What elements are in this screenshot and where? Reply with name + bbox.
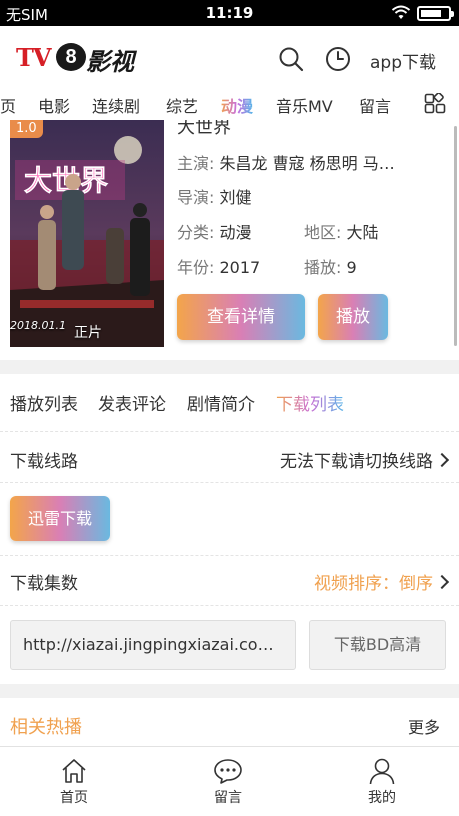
user-icon — [369, 758, 395, 785]
play-button[interactable]: 播放 — [318, 294, 388, 340]
bottom-nav-messages[interactable]: 留言 — [178, 747, 278, 816]
tab-anime[interactable]: 动漫 — [221, 93, 253, 117]
actors-label: 主演: — [177, 154, 215, 173]
tab-variety[interactable]: 综艺 — [166, 93, 198, 117]
tab-synopsis[interactable]: 剧情简介 — [187, 390, 255, 415]
sort-toggle[interactable]: 视频排序：倒序 — [314, 569, 450, 594]
sort-text: 视频排序：倒序 — [314, 574, 433, 594]
region-value: 大陆 — [346, 223, 379, 242]
tab-music-mv[interactable]: 音乐MV — [276, 93, 333, 117]
category-row: 分类: 动漫 — [177, 219, 252, 243]
tab-messages[interactable]: 留言 — [359, 93, 391, 117]
scrollbar[interactable] — [454, 126, 457, 346]
chat-icon — [214, 759, 242, 784]
view-details-button[interactable]: 查看详情 — [177, 294, 305, 340]
director-label: 导演: — [177, 188, 215, 207]
clock-icon[interactable] — [325, 46, 351, 72]
year-label: 年份: — [177, 258, 215, 277]
wifi-icon — [391, 5, 411, 19]
logo-number: 8 — [56, 43, 86, 71]
divider — [0, 605, 459, 606]
category-value: 动漫 — [219, 223, 252, 242]
chevron-right-icon — [434, 452, 450, 468]
divider — [0, 431, 459, 432]
download-url-field[interactable]: http://xiazai.jingpingxiazai.co… — [10, 620, 296, 670]
divider — [0, 482, 459, 483]
bottom-nav-home-label: 首页 — [60, 790, 88, 806]
plays-row: 播放: 9 — [304, 254, 357, 278]
site-logo[interactable]: TV 8 影视 — [16, 42, 136, 76]
episodes-label: 下载集数 — [10, 574, 78, 594]
chevron-right-icon — [434, 574, 450, 590]
switch-route-text: 无法下载请切换线路 — [280, 452, 433, 472]
tab-movies[interactable]: 电影 — [38, 93, 70, 117]
tab-download-list[interactable]: 下载列表 — [276, 390, 344, 415]
download-route-label: 下载线路 — [10, 452, 78, 472]
category-label: 分类: — [177, 223, 215, 242]
download-section: 播放列表 发表评论 剧情简介 下载列表 下载线路 无法下载请切换线路 迅雷下载 … — [0, 374, 459, 684]
tab-home[interactable]: 页 — [0, 93, 16, 117]
bottom-nav-profile[interactable]: 我的 — [332, 747, 432, 816]
director-row: 导演: 刘健 — [177, 184, 252, 208]
related-title: 相关热播 — [10, 717, 82, 738]
quality-label: 正片 — [74, 325, 102, 341]
related-section: 相关热播 更多 — [0, 698, 459, 746]
movie-poster[interactable]: 大世界 1.0 2018.01.1 正片 — [10, 120, 164, 347]
grid-icon[interactable] — [424, 93, 446, 115]
actors-value: 朱昌龙 曹寇 杨思明 马… — [219, 154, 395, 173]
director-value: 刘健 — [219, 188, 252, 207]
logo-cn: 影视 — [86, 47, 134, 76]
search-icon[interactable] — [278, 46, 304, 72]
logo-prefix: TV — [16, 43, 51, 72]
home-icon — [62, 759, 86, 783]
tab-series[interactable]: 连续剧 — [92, 93, 140, 117]
status-bar: 无SIM 11:19 — [0, 0, 459, 26]
thunder-download-button[interactable]: 迅雷下载 — [10, 496, 110, 541]
divider — [0, 555, 459, 556]
movie-detail-card: 大世界 1.0 2018.01.1 正片 大世界 主演: 朱昌龙 曹寇 杨思明 … — [0, 120, 459, 360]
region-label: 地区: — [304, 223, 342, 242]
battery-icon — [417, 6, 454, 21]
poster-image: 大世界 — [10, 120, 164, 347]
bottom-nav-messages-label: 留言 — [214, 790, 242, 806]
bottom-nav-profile-label: 我的 — [368, 790, 396, 806]
app-header: TV 8 影视 app下载 — [0, 26, 459, 90]
rating-badge: 1.0 — [10, 120, 43, 138]
region-row: 地区: 大陆 — [304, 219, 379, 243]
plays-label: 播放: — [304, 258, 342, 277]
category-nav: 页 电影 连续剧 综艺 动漫 音乐MV 留言 — [0, 90, 459, 120]
switch-route-link[interactable]: 无法下载请切换线路 — [280, 447, 450, 472]
tab-comment[interactable]: 发表评论 — [98, 390, 166, 415]
actors-row: 主演: 朱昌龙 曹寇 杨思明 马… — [177, 150, 395, 174]
bottom-nav-home[interactable]: 首页 — [24, 747, 124, 816]
plays-value: 9 — [346, 258, 357, 277]
year-value: 2017 — [219, 258, 261, 277]
more-link[interactable]: 更多 — [408, 714, 440, 738]
download-bd-button[interactable]: 下载BD高清 — [309, 620, 446, 670]
bottom-nav: 首页 留言 我的 — [0, 746, 459, 816]
app-download-link[interactable]: app下载 — [370, 48, 436, 73]
tab-playlist[interactable]: 播放列表 — [10, 390, 78, 415]
year-row: 年份: 2017 — [177, 254, 260, 278]
movie-title: 大世界 — [177, 120, 231, 138]
poster-date: 2018.01.1 — [10, 319, 66, 332]
